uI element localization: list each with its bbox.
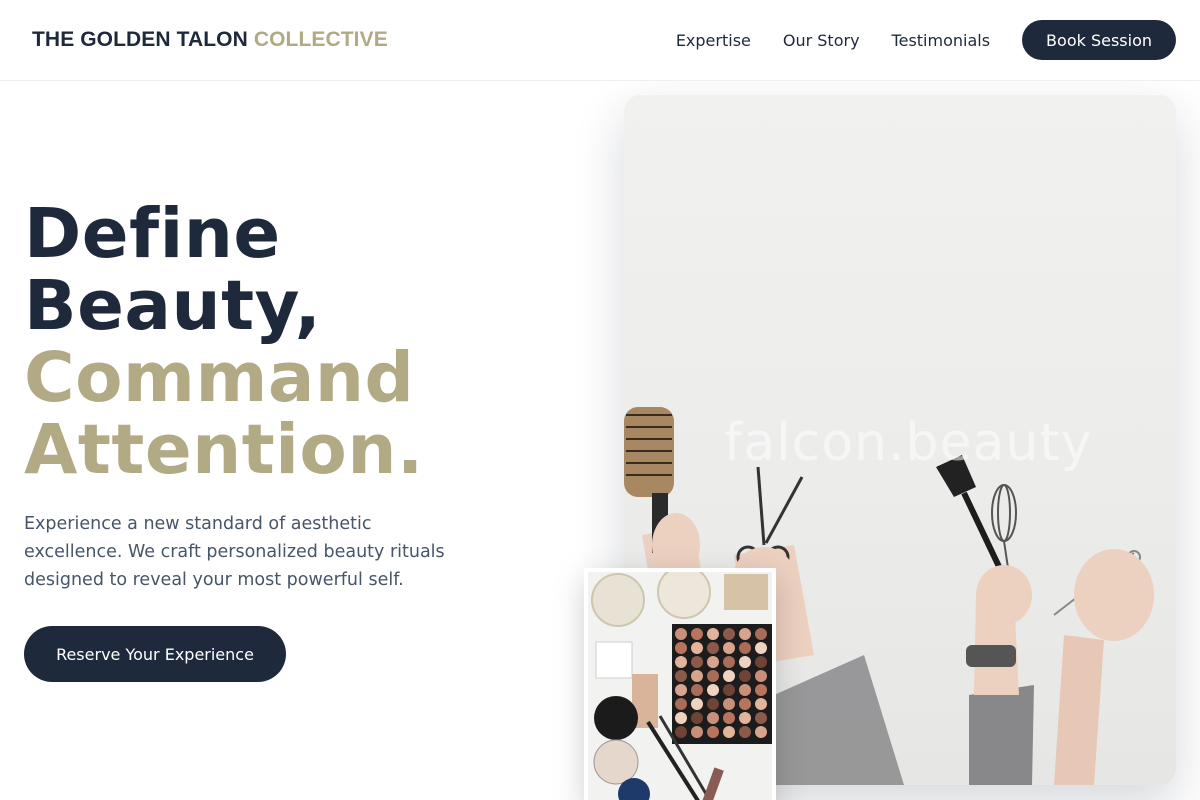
headline-line-4: Attention. (24, 410, 424, 490)
hero-description: Experience a new standard of aesthetic e… (24, 514, 445, 590)
brand-logo[interactable]: THE GOLDEN TALON COLLECTIVE (32, 28, 388, 52)
headline-line-1: Define (24, 194, 281, 274)
book-session-button[interactable]: Book Session (1022, 20, 1176, 60)
headline-line-2: Beauty, (24, 266, 322, 346)
image-watermark: falcon.beauty (724, 413, 1093, 473)
hero-headline: Define Beauty, Command Attention. (24, 198, 584, 486)
nav-item-our-story[interactable]: Our Story (783, 31, 860, 50)
main-nav: Expertise Our Story Testimonials Book Se… (676, 20, 1176, 60)
nav-item-testimonials[interactable]: Testimonials (892, 31, 991, 50)
reserve-experience-button[interactable]: Reserve Your Experience (24, 626, 286, 682)
brand-name-primary: THE GOLDEN TALON (32, 28, 248, 51)
makeup-products-image (584, 568, 776, 800)
nav-item-expertise[interactable]: Expertise (676, 31, 751, 50)
watch-icon (966, 645, 1016, 667)
makeup-flatlay-illustration (588, 572, 772, 800)
eyeshadow-palette-icon (672, 624, 772, 744)
headline-line-3: Command (24, 338, 415, 418)
brand-name-accent: COLLECTIVE (253, 28, 388, 51)
site-header: THE GOLDEN TALON COLLECTIVE Expertise Ou… (0, 0, 1200, 81)
